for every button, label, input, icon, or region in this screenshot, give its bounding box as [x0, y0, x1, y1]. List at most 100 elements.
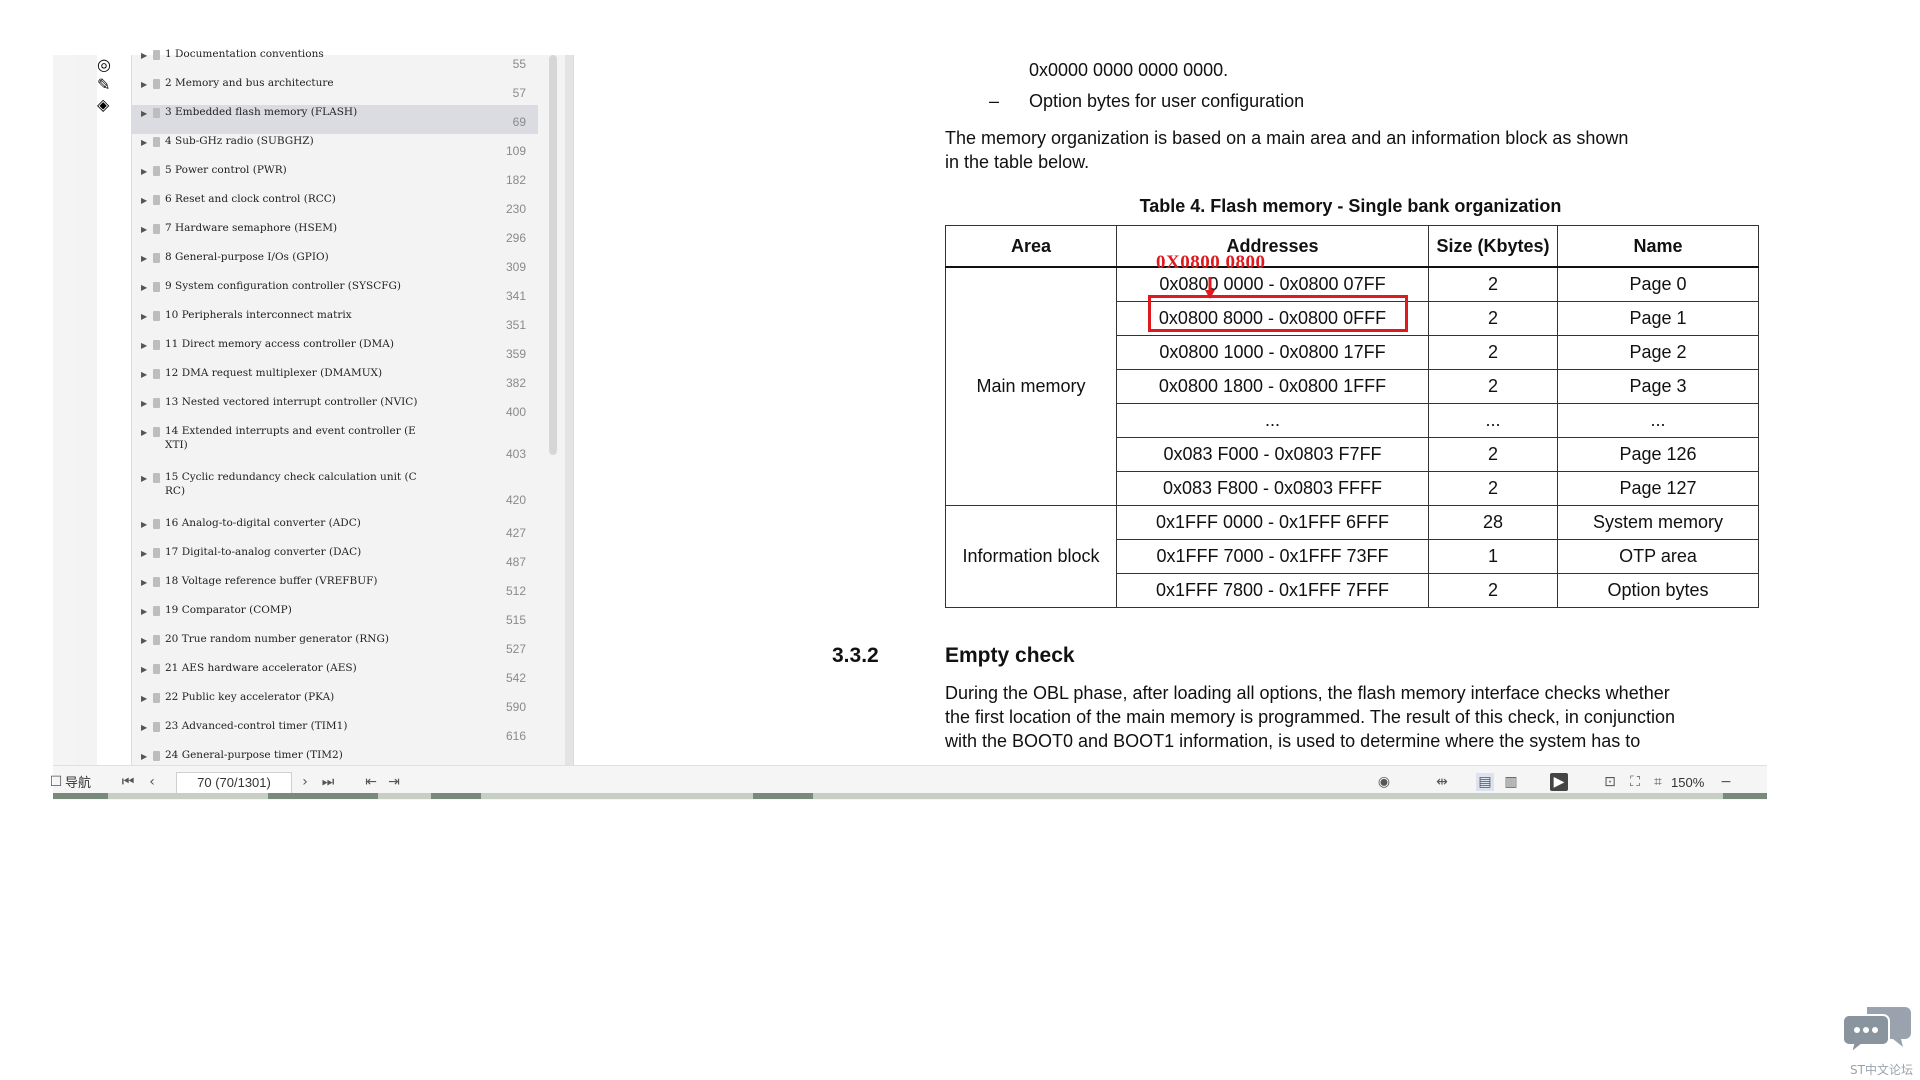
expand-arrow-icon[interactable]: ▶: [141, 337, 147, 355]
eye-protection-icon[interactable]: ◉: [1375, 773, 1393, 791]
paragraph-line-2: the first location of the main memory is…: [945, 707, 1675, 727]
bookmark-icon: [153, 50, 160, 60]
nav-toggle-label[interactable]: 导航: [65, 774, 91, 792]
expand-arrow-icon[interactable]: ▶: [141, 574, 147, 592]
expand-arrow-icon[interactable]: ▶: [141, 163, 147, 181]
toc-item[interactable]: ▶ 9 System configuration controller (SYSC…: [132, 279, 538, 308]
toc-item[interactable]: ▶ 8 General-purpose I/Os (GPIO) 309: [132, 250, 538, 279]
expand-arrow-icon[interactable]: ▶: [141, 516, 147, 534]
toc-item-page: 57: [512, 86, 526, 100]
toc-item[interactable]: ▶ 12 DMA request multiplexer (DMAMUX) 382: [132, 366, 538, 395]
zoom-out-icon[interactable]: −: [1717, 773, 1735, 791]
expand-arrow-icon[interactable]: ▶: [141, 192, 147, 210]
fit-page-icon[interactable]: ⛶: [1626, 773, 1644, 791]
toc-item[interactable]: ▶ 5 Power control (PWR) 182: [132, 163, 538, 192]
bookmark-icon: [153, 282, 160, 292]
bookmark-icon: [153, 253, 160, 263]
expand-arrow-icon[interactable]: ▶: [141, 395, 147, 413]
expand-arrow-icon[interactable]: ▶: [141, 308, 147, 326]
toc-scrollbar[interactable]: [549, 55, 557, 455]
toc-item-page: 527: [505, 642, 526, 656]
page-number-input[interactable]: 70 (70/1301): [176, 772, 292, 794]
toc-item-label: 6 Reset and clock control (RCC): [165, 193, 336, 205]
toc-item-label: 1 Documentation conventions: [165, 48, 324, 60]
toc-item-page: 590: [505, 700, 526, 714]
toc-item-page: 182: [505, 173, 526, 187]
toc-item[interactable]: ▶ 7 Hardware semaphore (HSEM) 296: [132, 221, 538, 250]
next-page-icon[interactable]: ›: [296, 773, 314, 791]
toc-item[interactable]: ▶ 1 Documentation conventions 55: [132, 47, 538, 76]
back-icon[interactable]: ⇤: [362, 773, 380, 791]
expand-arrow-icon[interactable]: ▶: [141, 366, 147, 384]
toc-item[interactable]: ▶ 10 Peripherals interconnect matrix 351: [132, 308, 538, 337]
double-page-icon[interactable]: ▥: [1502, 773, 1520, 791]
expand-arrow-icon[interactable]: ▶: [141, 632, 147, 650]
forum-watermark-text: ST中文论坛: [1850, 1063, 1913, 1077]
expand-arrow-icon[interactable]: ▶: [141, 603, 147, 621]
forward-icon[interactable]: ⇥: [385, 773, 403, 791]
toc-item-page: 420: [505, 493, 526, 507]
prev-page-icon[interactable]: ‹: [143, 773, 161, 791]
expand-arrow-icon[interactable]: ▶: [141, 76, 147, 94]
toc-item-page: 69: [512, 115, 526, 129]
actual-size-icon[interactable]: ⊡: [1601, 773, 1619, 791]
toc-item-label: 8 General-purpose I/Os (GPIO): [165, 251, 329, 263]
bookmark-icon: [153, 577, 160, 587]
zoom-fit-icon[interactable]: ⌗: [1649, 773, 1667, 791]
toc-item[interactable]: ▶ 21 AES hardware accelerator (AES) 542: [132, 661, 538, 690]
toc-item[interactable]: ▶ 22 Public key accelerator (PKA) 590: [132, 690, 538, 719]
expand-arrow-icon[interactable]: ▶: [141, 105, 147, 123]
cell-size: 2: [1428, 301, 1558, 336]
toc-item-label: 21 AES hardware accelerator (AES): [165, 662, 357, 674]
toc-item[interactable]: ▶ 4 Sub-GHz radio (SUBGHZ) 109: [132, 134, 538, 163]
fit-width-icon[interactable]: ⇹: [1433, 773, 1451, 791]
cell-address: 0x0800 1800 - 0x0800 1FFF: [1116, 369, 1429, 404]
toc-item[interactable]: ▶ 18 Voltage reference buffer (VREFBUF) 51…: [132, 574, 538, 603]
toc-item[interactable]: ▶ 15 Cyclic redundancy check calculation …: [132, 470, 538, 516]
toc-item-page: 382: [505, 376, 526, 390]
expand-arrow-icon[interactable]: ▶: [141, 661, 147, 679]
expand-arrow-icon[interactable]: ▶: [141, 470, 147, 488]
toc-item[interactable]: ▶ 17 Digital-to-analog converter (DAC) 487: [132, 545, 538, 574]
expand-arrow-icon[interactable]: ▶: [141, 424, 147, 442]
expand-arrow-icon[interactable]: ▶: [141, 719, 147, 737]
toc-item[interactable]: ▶ 2 Memory and bus architecture 57: [132, 76, 538, 105]
toc-item[interactable]: ▶ 14 Extended interrupts and event contro…: [132, 424, 538, 470]
toc-item[interactable]: ▶ 20 True random number generator (RNG) 52…: [132, 632, 538, 661]
nav-panel-icon[interactable]: ☐: [47, 773, 65, 791]
last-page-icon[interactable]: ⏭: [319, 773, 337, 791]
expand-arrow-icon[interactable]: ▶: [141, 47, 147, 65]
toc-item[interactable]: ▶ 3 Embedded flash memory (FLASH) 69: [132, 105, 538, 134]
toc-item-page: 515: [505, 613, 526, 627]
toc-item[interactable]: ▶ 13 Nested vectored interrupt controller…: [132, 395, 538, 424]
cell-address: 0x1FFF 7000 - 0x1FFF 73FF: [1116, 539, 1429, 574]
toc-item[interactable]: ▶ 11 Direct memory access controller (DMA…: [132, 337, 538, 366]
cell-size: 28: [1428, 505, 1558, 540]
bookmark-icon: [153, 108, 160, 118]
expand-arrow-icon[interactable]: ▶: [141, 221, 147, 239]
bookmark-icon: [153, 195, 160, 205]
expand-arrow-icon[interactable]: ▶: [141, 748, 147, 766]
toc-item-page: 359: [505, 347, 526, 361]
single-page-icon[interactable]: ▤: [1476, 773, 1494, 791]
expand-arrow-icon[interactable]: ▶: [141, 134, 147, 152]
toc-item[interactable]: ▶ 23 Advanced-control timer (TIM1) 616: [132, 719, 538, 748]
play-icon[interactable]: ▶: [1550, 773, 1568, 791]
area-information-block: Information block: [945, 505, 1117, 608]
toc-item-label: 16 Analog-to-digital converter (ADC): [165, 517, 361, 529]
expand-arrow-icon[interactable]: ▶: [141, 279, 147, 297]
cell-name: Page 126: [1557, 437, 1759, 472]
outline-panel: ◎ ✎ ◈ ▶ 1 Documentation conventions 55 ▶ 2 M…: [75, 48, 574, 766]
cell-name: Option bytes: [1557, 573, 1759, 608]
zoom-level[interactable]: 150%: [1671, 774, 1704, 792]
panel-splitter[interactable]: [565, 55, 573, 765]
toc-item[interactable]: ▶ 19 Comparator (COMP) 515: [132, 603, 538, 632]
toc-item[interactable]: ▶ 16 Analog-to-digital converter (ADC) 427: [132, 516, 538, 545]
toc-item[interactable]: ▶ 6 Reset and clock control (RCC) 230: [132, 192, 538, 221]
first-page-icon[interactable]: ⏮: [119, 773, 137, 791]
expand-arrow-icon[interactable]: ▶: [141, 545, 147, 563]
handwritten-annotation: 0X0800 0800: [1156, 252, 1266, 273]
expand-arrow-icon[interactable]: ▶: [141, 690, 147, 708]
cell-name: Page 3: [1557, 369, 1759, 404]
expand-arrow-icon[interactable]: ▶: [141, 250, 147, 268]
